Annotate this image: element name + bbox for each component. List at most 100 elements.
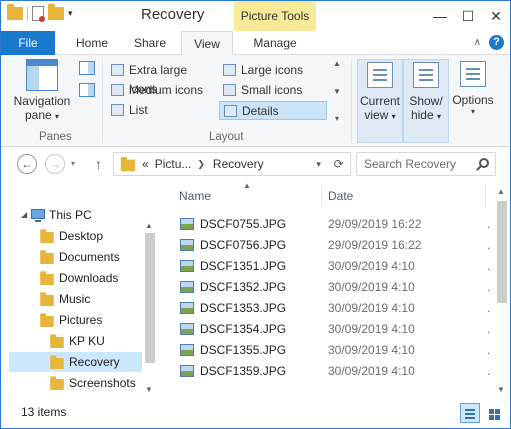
- search-placeholder: Search Recovery: [364, 157, 457, 171]
- file-list-scrollbar[interactable]: ▲ ▼: [494, 181, 510, 401]
- current-view-button[interactable]: Current view ▾: [357, 59, 403, 143]
- file-row[interactable]: DSCF1355.JPG 30/09/2019 4:10 .: [177, 340, 497, 361]
- navigation-pane-label-1: Navigation: [13, 94, 71, 108]
- layout-gallery-scroll[interactable]: ▲ ▼ ▾: [329, 59, 345, 123]
- breadcrumb-overflow[interactable]: «: [142, 157, 149, 171]
- tree-item-downloads[interactable]: Downloads: [1, 268, 142, 288]
- breadcrumb-recovery[interactable]: Recovery: [213, 157, 264, 171]
- column-header-name[interactable]: Name: [179, 181, 319, 209]
- overflow-marker: .: [487, 259, 491, 273]
- preview-pane-icon[interactable]: [79, 61, 95, 75]
- minimize-button[interactable]: —: [426, 1, 454, 31]
- new-folder-icon[interactable]: [48, 4, 64, 20]
- title-bar: ▾ Recovery Picture Tools — ☐ ✕: [1, 1, 510, 31]
- show-hide-button[interactable]: Show/ hide ▾: [403, 59, 449, 143]
- image-file-icon: [180, 260, 194, 272]
- overflow-marker: .: [487, 238, 491, 252]
- image-file-icon: [180, 281, 194, 293]
- tree-item-desktop[interactable]: Desktop: [1, 226, 142, 246]
- chevron-down-icon: ▾: [470, 107, 475, 116]
- tree-item-screenshots[interactable]: Screenshots: [1, 373, 142, 393]
- column-divider[interactable]: [485, 185, 486, 207]
- help-icon[interactable]: ?: [489, 35, 504, 50]
- layout-extra-large-icons[interactable]: Extra large icons: [107, 61, 217, 96]
- breadcrumb-pictures[interactable]: Pictu...: [155, 157, 192, 171]
- overflow-marker: .: [487, 364, 491, 378]
- file-row[interactable]: DSCF0755.JPG 29/09/2019 16:22 .: [177, 214, 497, 235]
- file-name: DSCF1353.JPG: [200, 301, 287, 315]
- scroll-down-icon[interactable]: ▼: [333, 87, 341, 96]
- scroll-up-icon[interactable]: ▲: [145, 221, 153, 230]
- folder-icon[interactable]: [7, 4, 23, 20]
- forward-button[interactable]: →: [45, 154, 65, 174]
- tab-home[interactable]: Home: [65, 31, 119, 55]
- layout-details[interactable]: Details: [219, 101, 327, 120]
- maximize-button[interactable]: ☐: [454, 1, 482, 31]
- address-history-icon[interactable]: ▾: [316, 159, 321, 170]
- customize-toolbar-icon[interactable]: ▾: [68, 8, 73, 19]
- minimize-ribbon-icon[interactable]: ∧: [474, 37, 481, 48]
- refresh-icon[interactable]: ⟳: [334, 157, 344, 171]
- window-controls: — ☐ ✕: [426, 1, 510, 31]
- layout-large-icons[interactable]: Large icons: [219, 61, 327, 80]
- tree-item-kp-ku[interactable]: KP KU: [1, 331, 142, 351]
- chevron-right-icon[interactable]: ❯: [197, 159, 205, 170]
- column-divider[interactable]: [321, 185, 322, 207]
- ribbon-tabs: File Home Share View Manage: [1, 31, 510, 56]
- tree-item-this-pc[interactable]: ◢ This PC: [1, 205, 142, 225]
- tab-file[interactable]: File: [1, 31, 55, 55]
- overflow-marker: .: [487, 322, 491, 336]
- details-view-button[interactable]: [460, 403, 480, 423]
- tree-label: Desktop: [59, 229, 104, 243]
- tree-label: KP KU: [69, 334, 105, 348]
- details-pane-icon[interactable]: [79, 83, 95, 97]
- expand-gallery-icon[interactable]: ▾: [335, 114, 339, 123]
- overflow-marker: .: [487, 280, 491, 294]
- file-row[interactable]: DSCF1351.JPG 30/09/2019 4:10 .: [177, 256, 497, 277]
- layout-small-icons[interactable]: Small icons: [219, 81, 327, 100]
- folder-icon: [120, 156, 136, 172]
- file-row[interactable]: DSCF1352.JPG 30/09/2019 4:10 .: [177, 277, 497, 298]
- scroll-down-icon[interactable]: ▼: [145, 385, 153, 394]
- recent-locations-icon[interactable]: ▾: [71, 159, 75, 168]
- scroll-up-icon[interactable]: ▲: [497, 187, 505, 196]
- scroll-thumb[interactable]: [145, 233, 155, 363]
- close-button[interactable]: ✕: [482, 1, 510, 31]
- window-title: Recovery: [141, 6, 205, 23]
- tab-manage[interactable]: Manage: [239, 31, 311, 55]
- picture-tools-header: Picture Tools: [234, 1, 316, 31]
- file-row[interactable]: DSCF1354.JPG 30/09/2019 4:10 .: [177, 319, 497, 340]
- options-button[interactable]: Options ▾: [449, 59, 497, 143]
- desktop-folder-icon: [40, 229, 54, 244]
- column-header-date[interactable]: Date: [328, 181, 478, 209]
- layout-medium-icons[interactable]: Medium icons: [107, 81, 217, 100]
- list-icon: [111, 104, 124, 116]
- tree-item-pictures[interactable]: Pictures: [1, 310, 142, 330]
- file-row[interactable]: DSCF1353.JPG 30/09/2019 4:10 .: [177, 298, 497, 319]
- search-input[interactable]: Search Recovery: [356, 152, 496, 176]
- back-button[interactable]: ←: [17, 154, 37, 174]
- navigation-pane-button[interactable]: Navigation pane ▾: [11, 59, 73, 122]
- up-button[interactable]: ↑: [95, 156, 102, 172]
- chevron-down-icon[interactable]: ◢: [21, 205, 27, 225]
- tree-item-documents[interactable]: Documents: [1, 247, 142, 267]
- navigation-pane-scrollbar[interactable]: ▲ ▼: [142, 181, 158, 401]
- file-row[interactable]: DSCF0756.JPG 29/09/2019 16:22 .: [177, 235, 497, 256]
- image-file-icon: [180, 323, 194, 335]
- layout-group-label: Layout: [209, 131, 244, 143]
- tree-item-recovery[interactable]: Recovery: [9, 352, 142, 372]
- address-bar[interactable]: « Pictu... ❯ Recovery ▾ ⟳: [113, 152, 351, 176]
- file-name: DSCF1352.JPG: [200, 280, 287, 294]
- scroll-down-icon[interactable]: ▼: [497, 385, 505, 394]
- file-row[interactable]: DSCF1359.JPG 30/09/2019 4:10 .: [177, 361, 497, 382]
- scroll-up-icon[interactable]: ▲: [333, 59, 341, 68]
- properties-icon[interactable]: [32, 6, 45, 22]
- navigation-pane-label-2: pane ▾: [24, 108, 60, 122]
- file-list: ▲ Name Date DSCF0755.JPG 29/09/2019 16:2…: [161, 181, 510, 401]
- tab-view[interactable]: View: [181, 31, 233, 56]
- layout-list[interactable]: List: [107, 101, 217, 120]
- large-icons-view-button[interactable]: [484, 403, 504, 423]
- tree-item-music[interactable]: Music: [1, 289, 142, 309]
- tab-share[interactable]: Share: [123, 31, 177, 55]
- scroll-thumb[interactable]: [497, 201, 507, 303]
